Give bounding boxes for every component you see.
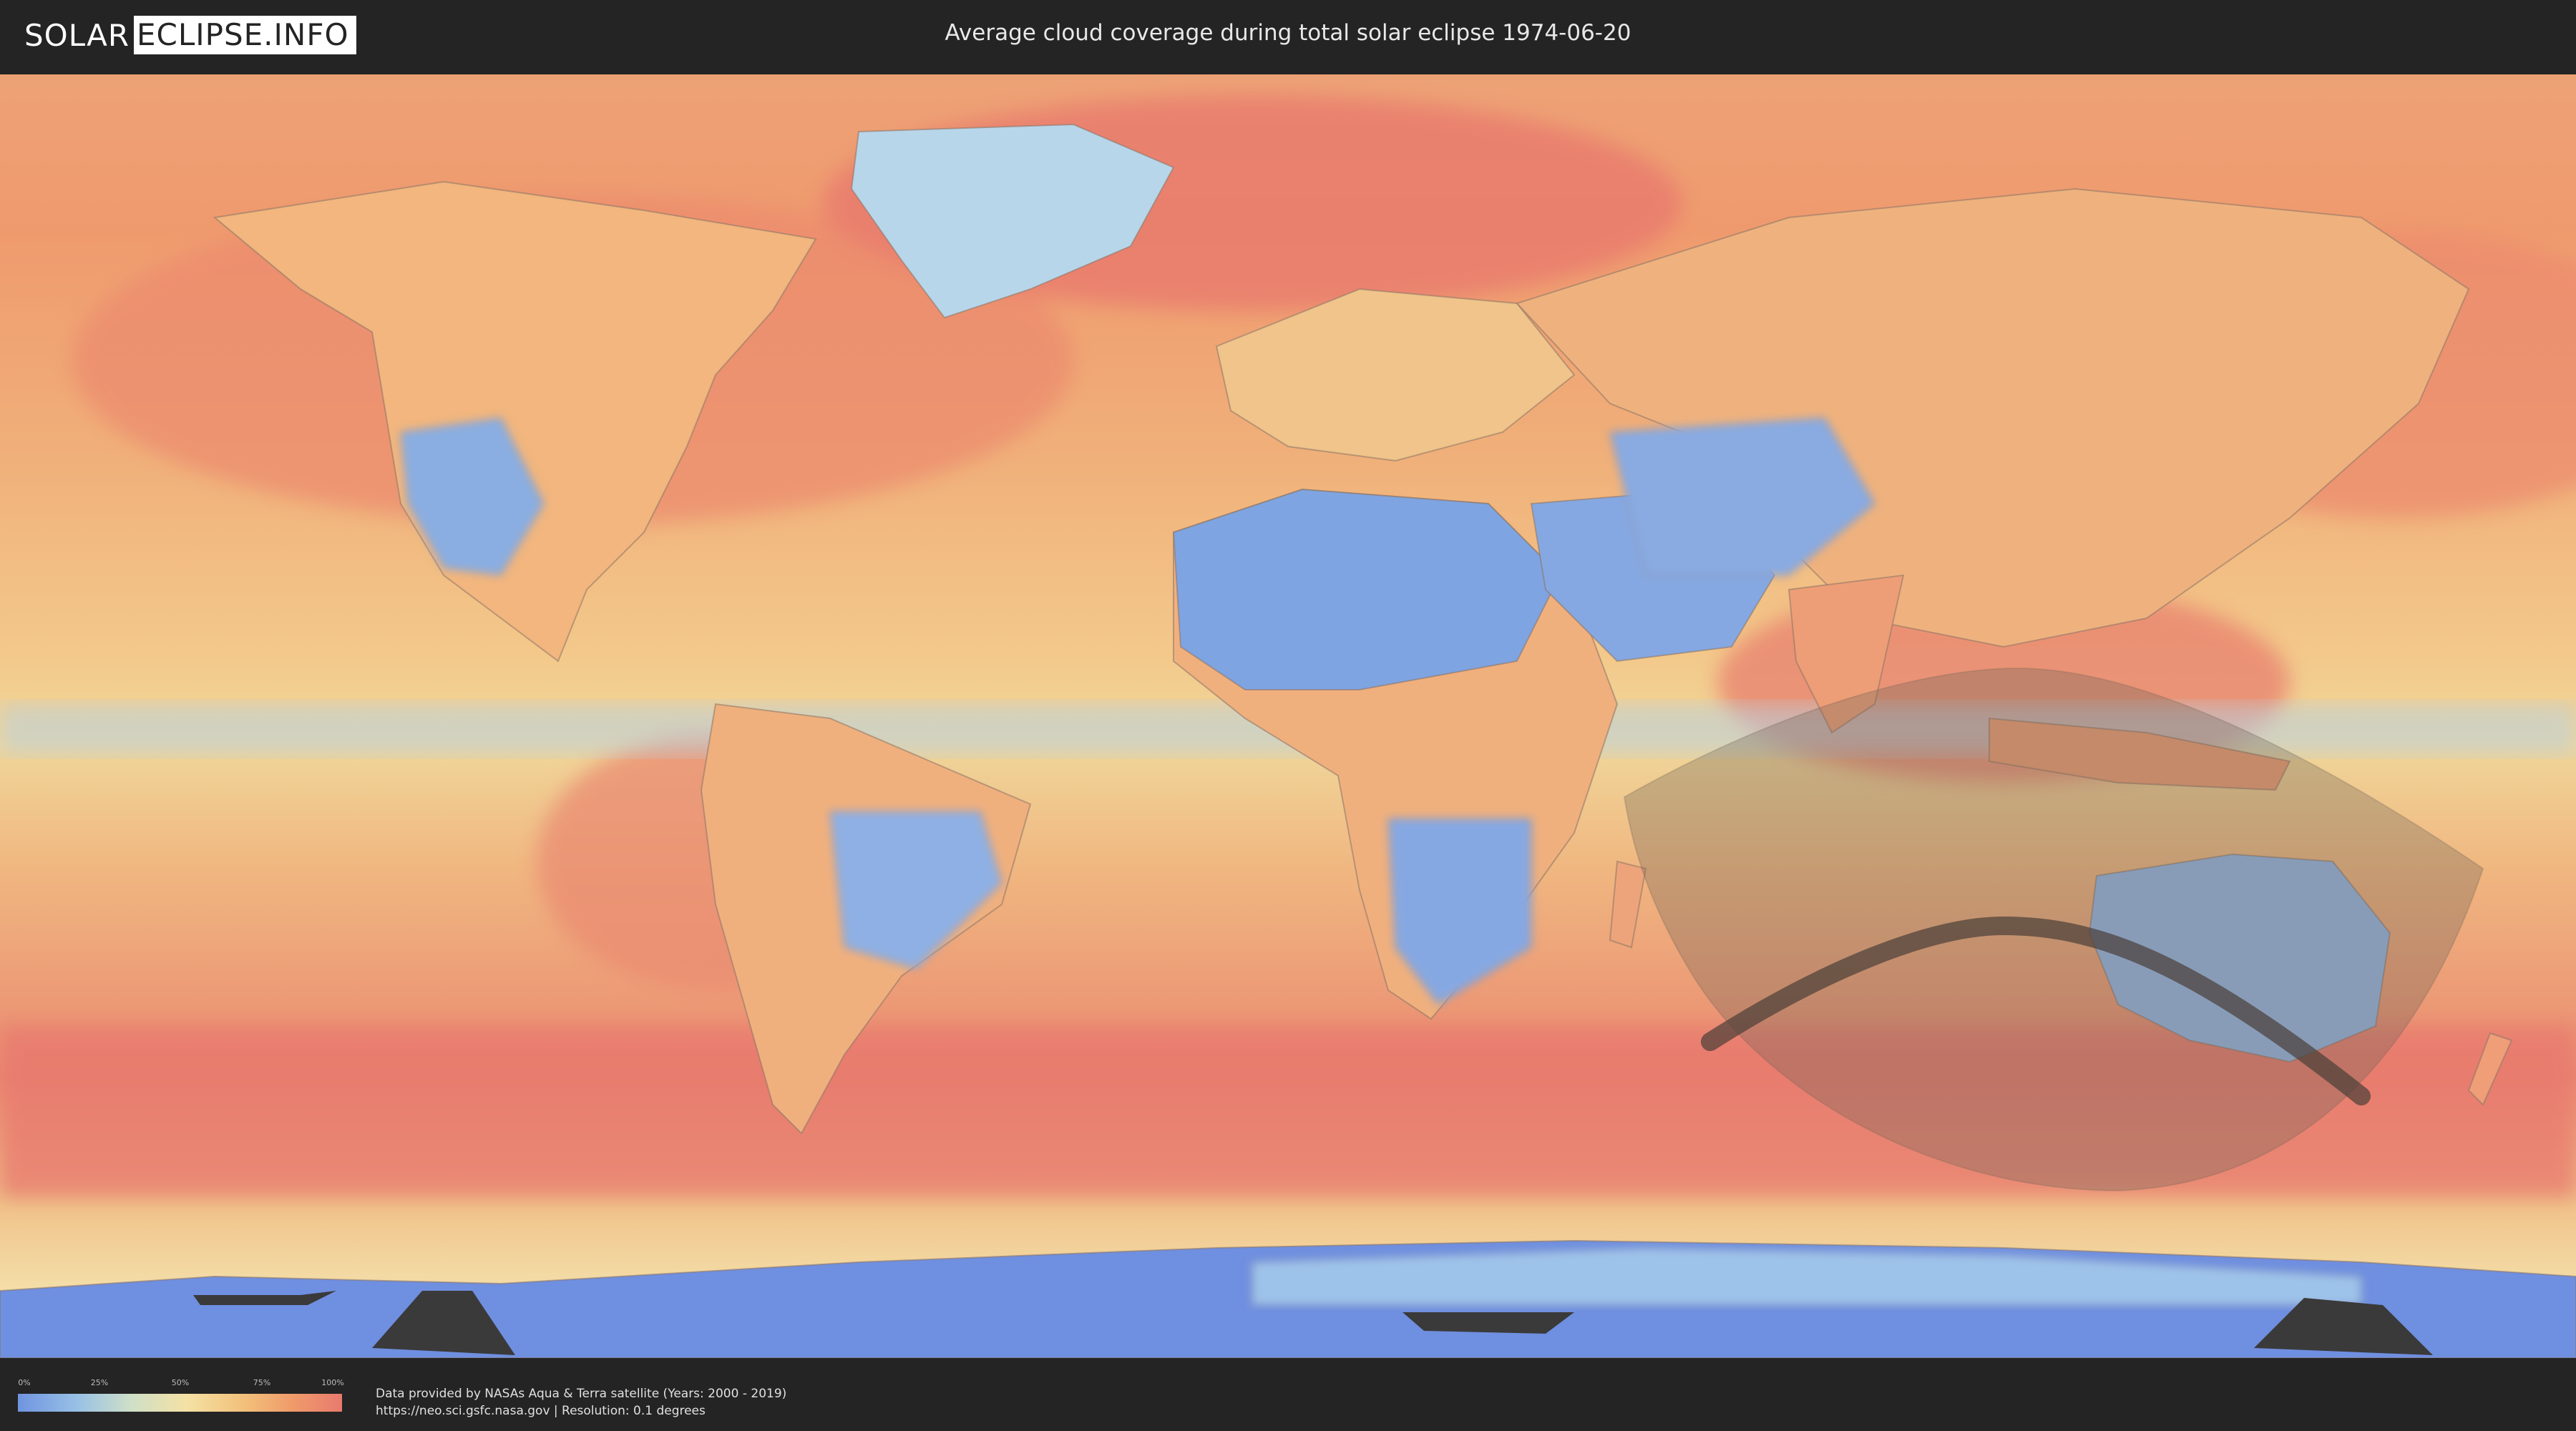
header-bar: SOLAR ECLIPSE.INFO Average cloud coverag… xyxy=(0,0,2576,72)
legend-tick-0: 0% xyxy=(18,1378,31,1387)
legend-tick-50: 50% xyxy=(171,1378,190,1387)
legend-tick-100: 100% xyxy=(321,1378,344,1387)
credit-line-2: https://neo.sci.gsfc.nasa.gov | Resoluti… xyxy=(376,1404,706,1418)
world-map-svg xyxy=(0,74,2576,1358)
legend-tick-75: 75% xyxy=(253,1378,271,1387)
cloud-coverage-map[interactable] xyxy=(0,74,2576,1358)
legend-color-bar xyxy=(18,1394,342,1412)
credit-line-1: Data provided by NASAs Aqua & Terra sate… xyxy=(376,1387,787,1401)
page-title: Average cloud coverage during total sola… xyxy=(945,20,1631,46)
footer-bar: 0% 25% 50% 75% 100% Data provided by NAS… xyxy=(0,1358,2576,1431)
legend-tick-25: 25% xyxy=(90,1378,109,1387)
